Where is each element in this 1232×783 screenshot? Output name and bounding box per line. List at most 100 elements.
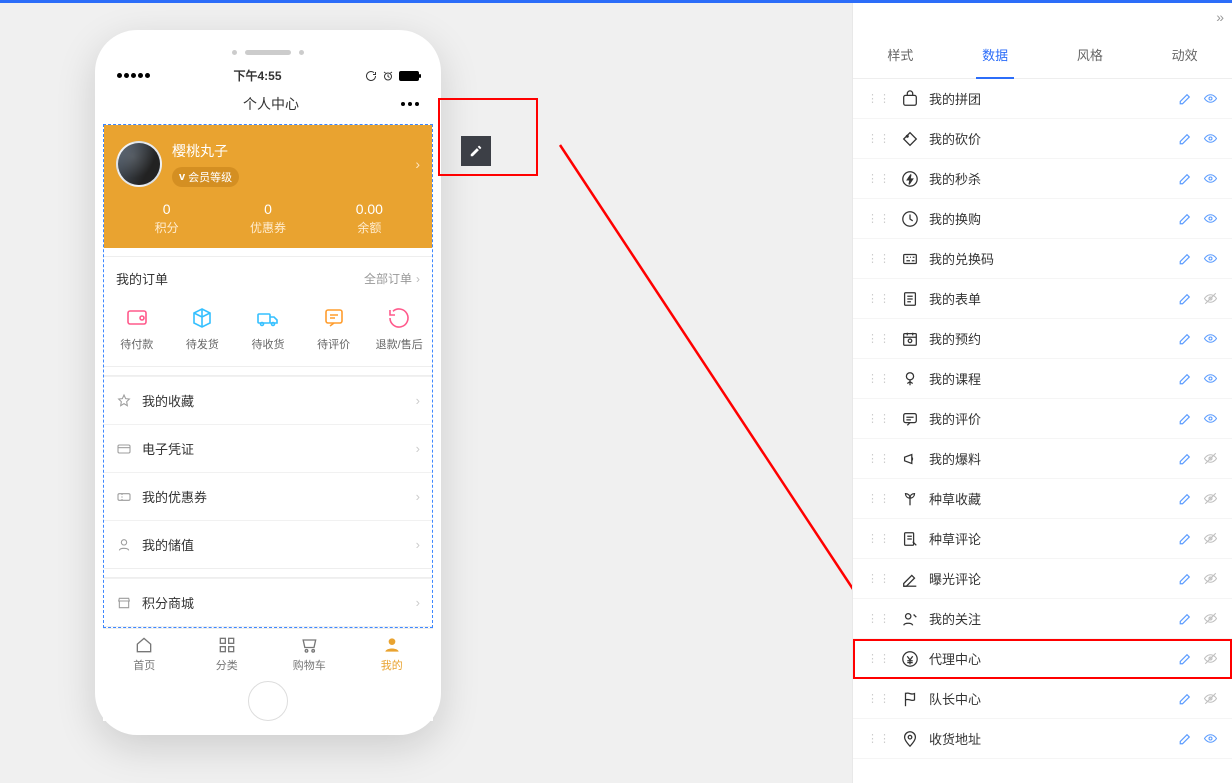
drag-handle-icon[interactable]: ⋮⋮	[867, 132, 891, 145]
tab-mine[interactable]: 我的	[351, 635, 434, 673]
panel-item[interactable]: ⋮⋮曝光评论	[853, 559, 1232, 599]
edit-icon[interactable]	[1178, 131, 1193, 146]
edit-icon[interactable]	[1178, 291, 1193, 306]
member-badge[interactable]: 会员等级	[172, 167, 239, 187]
edit-icon[interactable]	[1178, 211, 1193, 226]
edit-icon[interactable]	[1178, 91, 1193, 106]
drag-handle-icon[interactable]: ⋮⋮	[867, 572, 891, 585]
tab-data[interactable]: 数据	[948, 31, 1043, 78]
order-receive[interactable]: 待收货	[235, 306, 301, 352]
panel-item[interactable]: ⋮⋮种草收藏	[853, 479, 1232, 519]
edit-icon[interactable]	[1178, 571, 1193, 586]
order-refund[interactable]: 退款/售后	[366, 306, 432, 352]
visibility-toggle-icon[interactable]	[1203, 291, 1218, 306]
edit-icon[interactable]	[1178, 651, 1193, 666]
panel-item[interactable]: ⋮⋮种草评论	[853, 519, 1232, 559]
drag-handle-icon[interactable]: ⋮⋮	[867, 252, 891, 265]
drag-handle-icon[interactable]: ⋮⋮	[867, 532, 891, 545]
drag-handle-icon[interactable]: ⋮⋮	[867, 212, 891, 225]
drag-handle-icon[interactable]: ⋮⋮	[867, 172, 891, 185]
drag-handle-icon[interactable]: ⋮⋮	[867, 412, 891, 425]
visibility-toggle-icon[interactable]	[1203, 531, 1218, 546]
visibility-toggle-icon[interactable]	[1203, 171, 1218, 186]
menu-favorites[interactable]: 我的收藏›	[104, 376, 432, 424]
panel-item-icon	[901, 130, 919, 148]
drag-handle-icon[interactable]: ⋮⋮	[867, 372, 891, 385]
menu-voucher[interactable]: 电子凭证›	[104, 424, 432, 472]
visibility-toggle-icon[interactable]	[1203, 731, 1218, 746]
edit-icon[interactable]	[1178, 371, 1193, 386]
edit-icon[interactable]	[1178, 411, 1193, 426]
stat-balance[interactable]: 0.00余额	[319, 201, 420, 236]
tab-category[interactable]: 分类	[186, 635, 269, 673]
avatar[interactable]	[116, 141, 162, 187]
drag-handle-icon[interactable]: ⋮⋮	[867, 332, 891, 345]
stat-coupons[interactable]: 0优惠券	[217, 201, 318, 236]
tab-theme[interactable]: 风格	[1043, 31, 1138, 78]
panel-item[interactable]: ⋮⋮我的预约	[853, 319, 1232, 359]
drag-handle-icon[interactable]: ⋮⋮	[867, 692, 891, 705]
menu-points-mall[interactable]: 积分商城›	[104, 578, 432, 626]
edit-icon[interactable]	[1178, 171, 1193, 186]
visibility-toggle-icon[interactable]	[1203, 371, 1218, 386]
drag-handle-icon[interactable]: ⋮⋮	[867, 492, 891, 505]
drag-handle-icon[interactable]: ⋮⋮	[867, 652, 891, 665]
visibility-toggle-icon[interactable]	[1203, 571, 1218, 586]
edit-icon[interactable]	[1178, 251, 1193, 266]
panel-item[interactable]: ⋮⋮我的换购	[853, 199, 1232, 239]
visibility-toggle-icon[interactable]	[1203, 451, 1218, 466]
drag-handle-icon[interactable]: ⋮⋮	[867, 732, 891, 745]
visibility-toggle-icon[interactable]	[1203, 91, 1218, 106]
visibility-toggle-icon[interactable]	[1203, 491, 1218, 506]
home-button[interactable]	[248, 681, 288, 721]
tab-cart[interactable]: 购物车	[268, 635, 351, 673]
close-icon[interactable]: »	[1208, 3, 1232, 31]
panel-item[interactable]: ⋮⋮队长中心	[853, 679, 1232, 719]
order-ship[interactable]: 待发货	[170, 306, 236, 352]
edit-icon[interactable]	[1178, 451, 1193, 466]
visibility-toggle-icon[interactable]	[1203, 211, 1218, 226]
tab-style[interactable]: 样式	[853, 31, 948, 78]
profile-card[interactable]: 樱桃丸子 会员等级 › 0积分 0优惠券 0.00余额	[104, 125, 432, 248]
menu-coupon[interactable]: 我的优惠券›	[104, 472, 432, 520]
panel-item[interactable]: ⋮⋮我的关注	[853, 599, 1232, 639]
visibility-toggle-icon[interactable]	[1203, 651, 1218, 666]
visibility-toggle-icon[interactable]	[1203, 691, 1218, 706]
menu-deposit[interactable]: 我的储值›	[104, 520, 432, 568]
edit-icon[interactable]	[1178, 531, 1193, 546]
drag-handle-icon[interactable]: ⋮⋮	[867, 292, 891, 305]
visibility-toggle-icon[interactable]	[1203, 251, 1218, 266]
visibility-toggle-icon[interactable]	[1203, 331, 1218, 346]
panel-item[interactable]: ⋮⋮我的拼团	[853, 79, 1232, 119]
edit-icon[interactable]	[1178, 731, 1193, 746]
visibility-toggle-icon[interactable]	[1203, 611, 1218, 626]
panel-item[interactable]: ⋮⋮我的评价	[853, 399, 1232, 439]
more-icon[interactable]	[401, 102, 419, 106]
drag-handle-icon[interactable]: ⋮⋮	[867, 92, 891, 105]
panel-item[interactable]: ⋮⋮我的秒杀	[853, 159, 1232, 199]
orders-title: 我的订单	[116, 269, 168, 288]
preview-area[interactable]: 樱桃丸子 会员等级 › 0积分 0优惠券 0.00余额	[103, 124, 433, 628]
visibility-toggle-icon[interactable]	[1203, 131, 1218, 146]
panel-item[interactable]: ⋮⋮我的兑换码	[853, 239, 1232, 279]
tab-motion[interactable]: 动效	[1137, 31, 1232, 78]
drag-handle-icon[interactable]: ⋮⋮	[867, 452, 891, 465]
stat-points[interactable]: 0积分	[116, 201, 217, 236]
cart-icon	[299, 635, 319, 655]
tab-home[interactable]: 首页	[103, 635, 186, 673]
visibility-toggle-icon[interactable]	[1203, 411, 1218, 426]
panel-item[interactable]: ⋮⋮收货地址	[853, 719, 1232, 759]
panel-item[interactable]: ⋮⋮我的砍价	[853, 119, 1232, 159]
panel-item[interactable]: ⋮⋮我的爆料	[853, 439, 1232, 479]
edit-icon[interactable]	[1178, 691, 1193, 706]
orders-all-link[interactable]: 全部订单›	[364, 270, 420, 287]
order-pay[interactable]: 待付款	[104, 306, 170, 352]
edit-icon[interactable]	[1178, 491, 1193, 506]
panel-item[interactable]: ⋮⋮我的表单	[853, 279, 1232, 319]
panel-item[interactable]: ⋮⋮我的课程	[853, 359, 1232, 399]
order-review[interactable]: 待评价	[301, 306, 367, 352]
panel-item[interactable]: ⋮⋮代理中心	[853, 639, 1232, 679]
drag-handle-icon[interactable]: ⋮⋮	[867, 612, 891, 625]
edit-icon[interactable]	[1178, 331, 1193, 346]
edit-icon[interactable]	[1178, 611, 1193, 626]
